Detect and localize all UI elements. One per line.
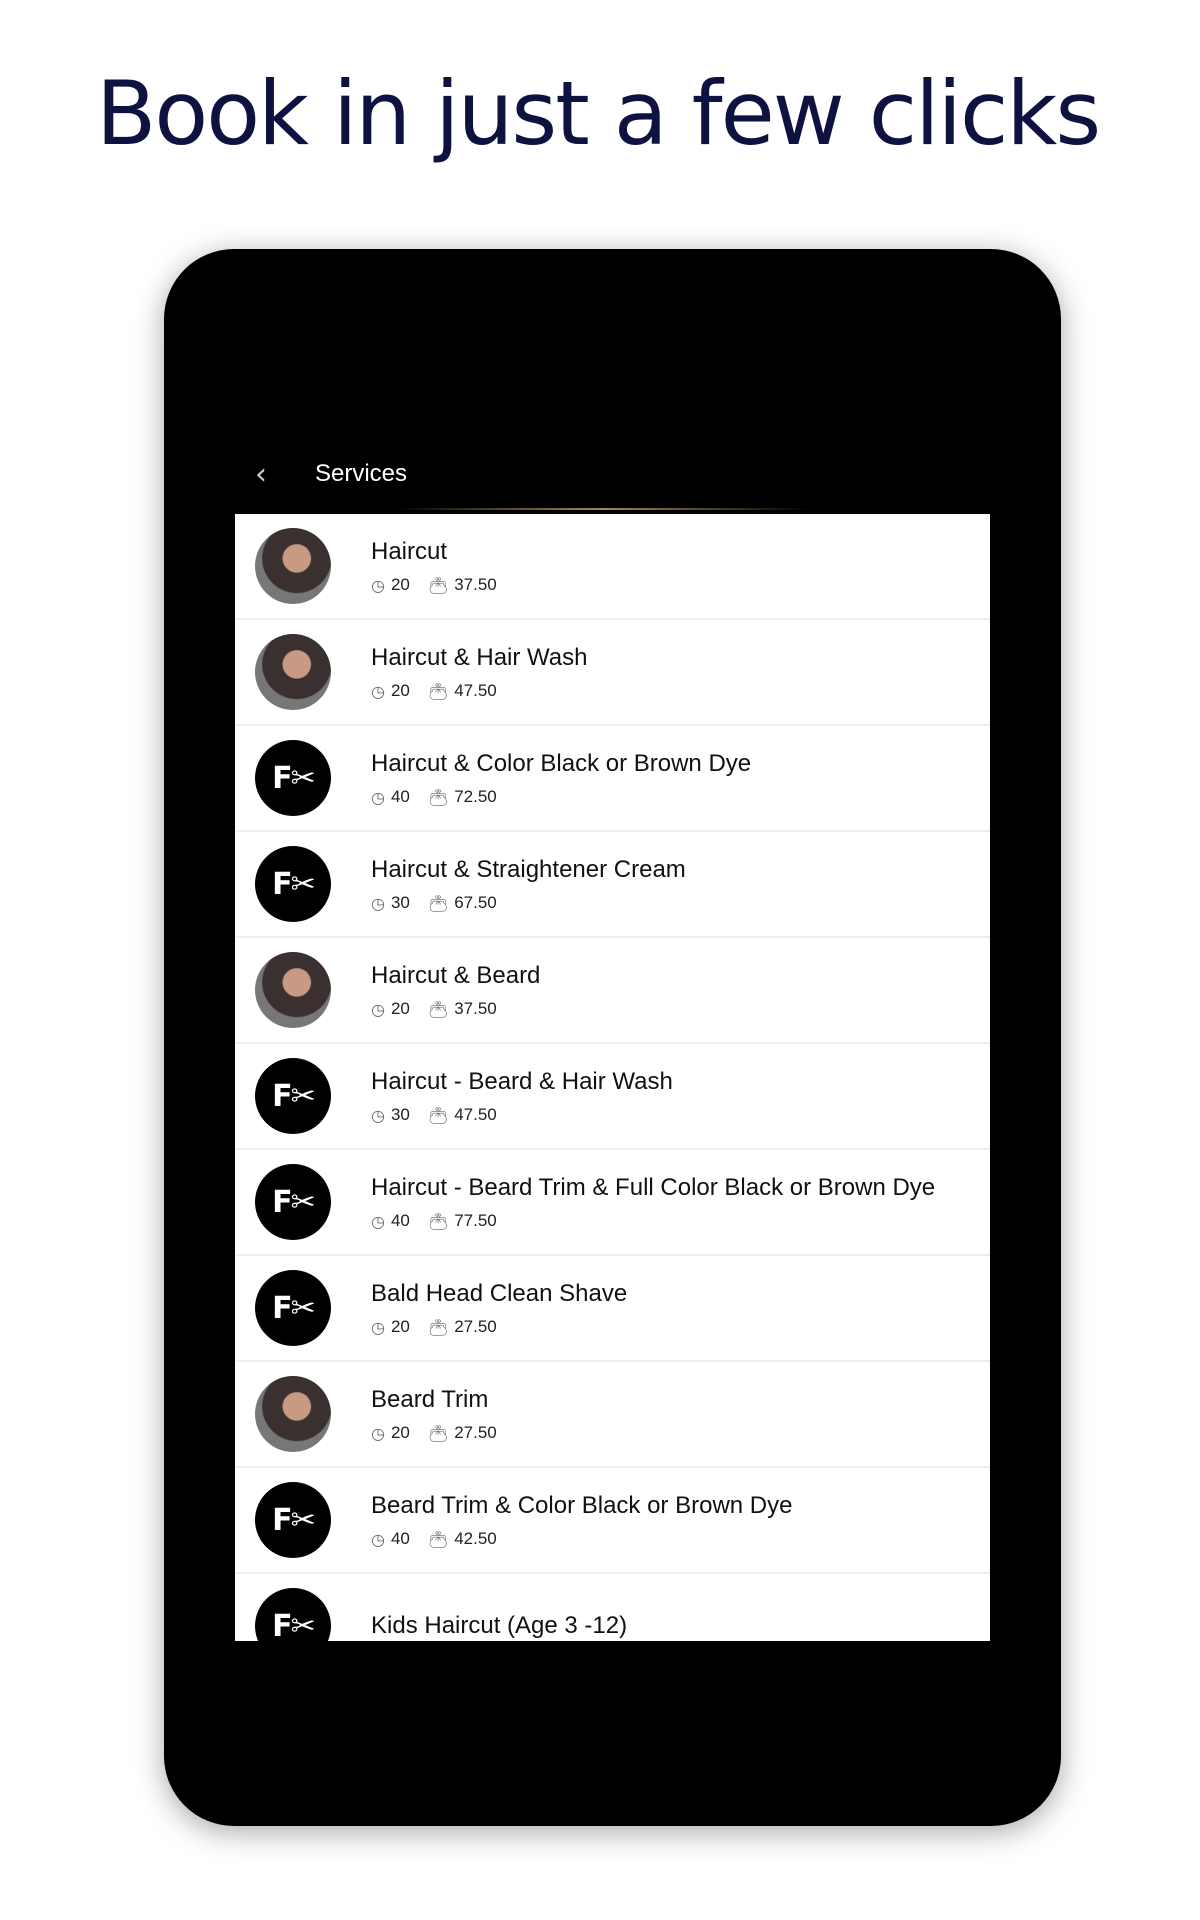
service-avatar xyxy=(255,1376,331,1452)
service-duration: 20 xyxy=(390,999,410,1018)
service-name: Bald Head Clean Shave xyxy=(371,1280,628,1307)
barber-logo-icon: F✂ xyxy=(272,866,316,902)
service-item[interactable]: F✂ Haircut - Beard & Hair Wash ◷ 30 👛︎ 47.5… xyxy=(235,1044,990,1150)
clock-icon: ◷ xyxy=(371,681,385,701)
service-item[interactable]: F✂ Haircut - Beard Trim & Full Color Bla… xyxy=(235,1150,990,1256)
service-duration: 20 xyxy=(390,1423,410,1442)
clock-icon: ◷ xyxy=(371,1211,385,1231)
service-name: Haircut & Hair Wash xyxy=(371,644,588,671)
service-price: 27.50 xyxy=(454,1317,497,1336)
services-list: Haircut ◷ 20 👛︎ 37.50 Haircut & Hair Wash ◷… xyxy=(235,514,990,1641)
wallet-icon: 👛︎ xyxy=(427,1317,449,1337)
service-price: 42.50 xyxy=(454,1529,497,1548)
service-item[interactable]: Beard Trim ◷ 20 👛︎ 27.50 xyxy=(235,1362,990,1468)
service-avatar xyxy=(255,952,331,1028)
service-name: Haircut xyxy=(371,538,448,565)
service-name: Beard Trim & Color Black or Brown Dye xyxy=(371,1492,793,1519)
service-duration: 40 xyxy=(390,1211,410,1230)
clock-icon: ◷ xyxy=(371,1423,385,1443)
clock-icon: ◷ xyxy=(371,999,385,1019)
headline: Book in just a few clicks xyxy=(96,62,1101,165)
service-item[interactable]: Haircut & Hair Wash ◷ 20 👛︎ 47.50 xyxy=(235,620,990,726)
service-name: Beard Trim xyxy=(371,1386,489,1413)
clock-icon: ◷ xyxy=(371,893,385,913)
barber-logo-icon: F✂ xyxy=(272,1290,316,1326)
service-price: 77.50 xyxy=(454,1211,497,1230)
service-avatar: F✂ xyxy=(255,846,331,922)
service-avatar: F✂ xyxy=(255,1270,331,1346)
service-avatar: F✂ xyxy=(255,1482,331,1558)
service-duration: 20 xyxy=(390,681,410,700)
app-header: ‹ Services xyxy=(235,434,990,514)
service-duration: 40 xyxy=(390,1529,410,1548)
wallet-icon: 👛︎ xyxy=(427,1423,449,1443)
app-screen: ‹ Services Haircut ◷ 20 👛︎ 37.50 Haircut & … xyxy=(235,434,990,1641)
service-duration: 20 xyxy=(390,1317,410,1336)
barber-logo-icon: F✂ xyxy=(272,1608,316,1642)
service-duration: 20 xyxy=(390,575,410,594)
wallet-icon: 👛︎ xyxy=(427,999,449,1019)
clock-icon: ◷ xyxy=(371,1317,385,1337)
service-name: Haircut & Beard xyxy=(371,962,541,989)
service-price: 72.50 xyxy=(454,787,497,806)
barber-logo-icon: F✂ xyxy=(272,1184,316,1220)
service-duration: 30 xyxy=(390,1105,410,1124)
service-name: Kids Haircut (Age 3 -12) xyxy=(371,1612,628,1639)
service-item[interactable]: F✂ Haircut & Color Black or Brown Dye ◷ 4… xyxy=(235,726,990,832)
service-price: 67.50 xyxy=(454,893,497,912)
service-price: 47.50 xyxy=(454,681,497,700)
service-avatar: F✂ xyxy=(255,1058,331,1134)
clock-icon: ◷ xyxy=(371,787,385,807)
wallet-icon: 👛︎ xyxy=(427,893,449,913)
service-avatar xyxy=(255,634,331,710)
service-item[interactable]: Haircut ◷ 20 👛︎ 37.50 xyxy=(235,514,990,620)
barber-logo-icon: F✂ xyxy=(272,760,316,796)
service-price: 37.50 xyxy=(454,575,497,594)
service-item[interactable]: F✂ Kids Haircut (Age 3 -12) xyxy=(235,1574,990,1641)
service-avatar: F✂ xyxy=(255,740,331,816)
service-item[interactable]: F✂ Bald Head Clean Shave ◷ 20 👛︎ 27.50 xyxy=(235,1256,990,1362)
service-name: Haircut & Color Black or Brown Dye xyxy=(371,750,752,777)
service-price: 27.50 xyxy=(454,1423,497,1442)
wallet-icon: 👛︎ xyxy=(427,1105,449,1125)
service-avatar xyxy=(255,528,331,604)
service-avatar: F✂ xyxy=(255,1588,331,1641)
wallet-icon: 👛︎ xyxy=(427,787,449,807)
service-duration: 40 xyxy=(390,787,410,806)
page-title: Services xyxy=(315,460,408,487)
service-item[interactable]: Haircut & Beard ◷ 20 👛︎ 37.50 xyxy=(235,938,990,1044)
service-name: Haircut - Beard Trim & Full Color Black … xyxy=(371,1174,936,1201)
wallet-icon: 👛︎ xyxy=(427,1211,449,1231)
service-price: 47.50 xyxy=(454,1105,497,1124)
chevron-left-icon[interactable]: ‹ xyxy=(255,457,279,492)
clock-icon: ◷ xyxy=(371,1529,385,1549)
service-duration: 30 xyxy=(390,893,410,912)
barber-logo-icon: F✂ xyxy=(272,1502,316,1538)
clock-icon: ◷ xyxy=(371,1105,385,1125)
service-price: 37.50 xyxy=(454,999,497,1018)
wallet-icon: 👛︎ xyxy=(427,681,449,701)
service-avatar: F✂ xyxy=(255,1164,331,1240)
service-item[interactable]: F✂ Haircut & Straightener Cream ◷ 30 👛︎ 67.… xyxy=(235,832,990,938)
barber-logo-icon: F✂ xyxy=(272,1078,316,1114)
service-name: Haircut & Straightener Cream xyxy=(371,856,686,883)
clock-icon: ◷ xyxy=(371,575,385,595)
service-name: Haircut - Beard & Hair Wash xyxy=(371,1068,673,1095)
wallet-icon: 👛︎ xyxy=(427,1529,449,1549)
wallet-icon: 👛︎ xyxy=(427,575,449,595)
service-item[interactable]: F✂ Beard Trim & Color Black or Brown Dye… xyxy=(235,1468,990,1574)
